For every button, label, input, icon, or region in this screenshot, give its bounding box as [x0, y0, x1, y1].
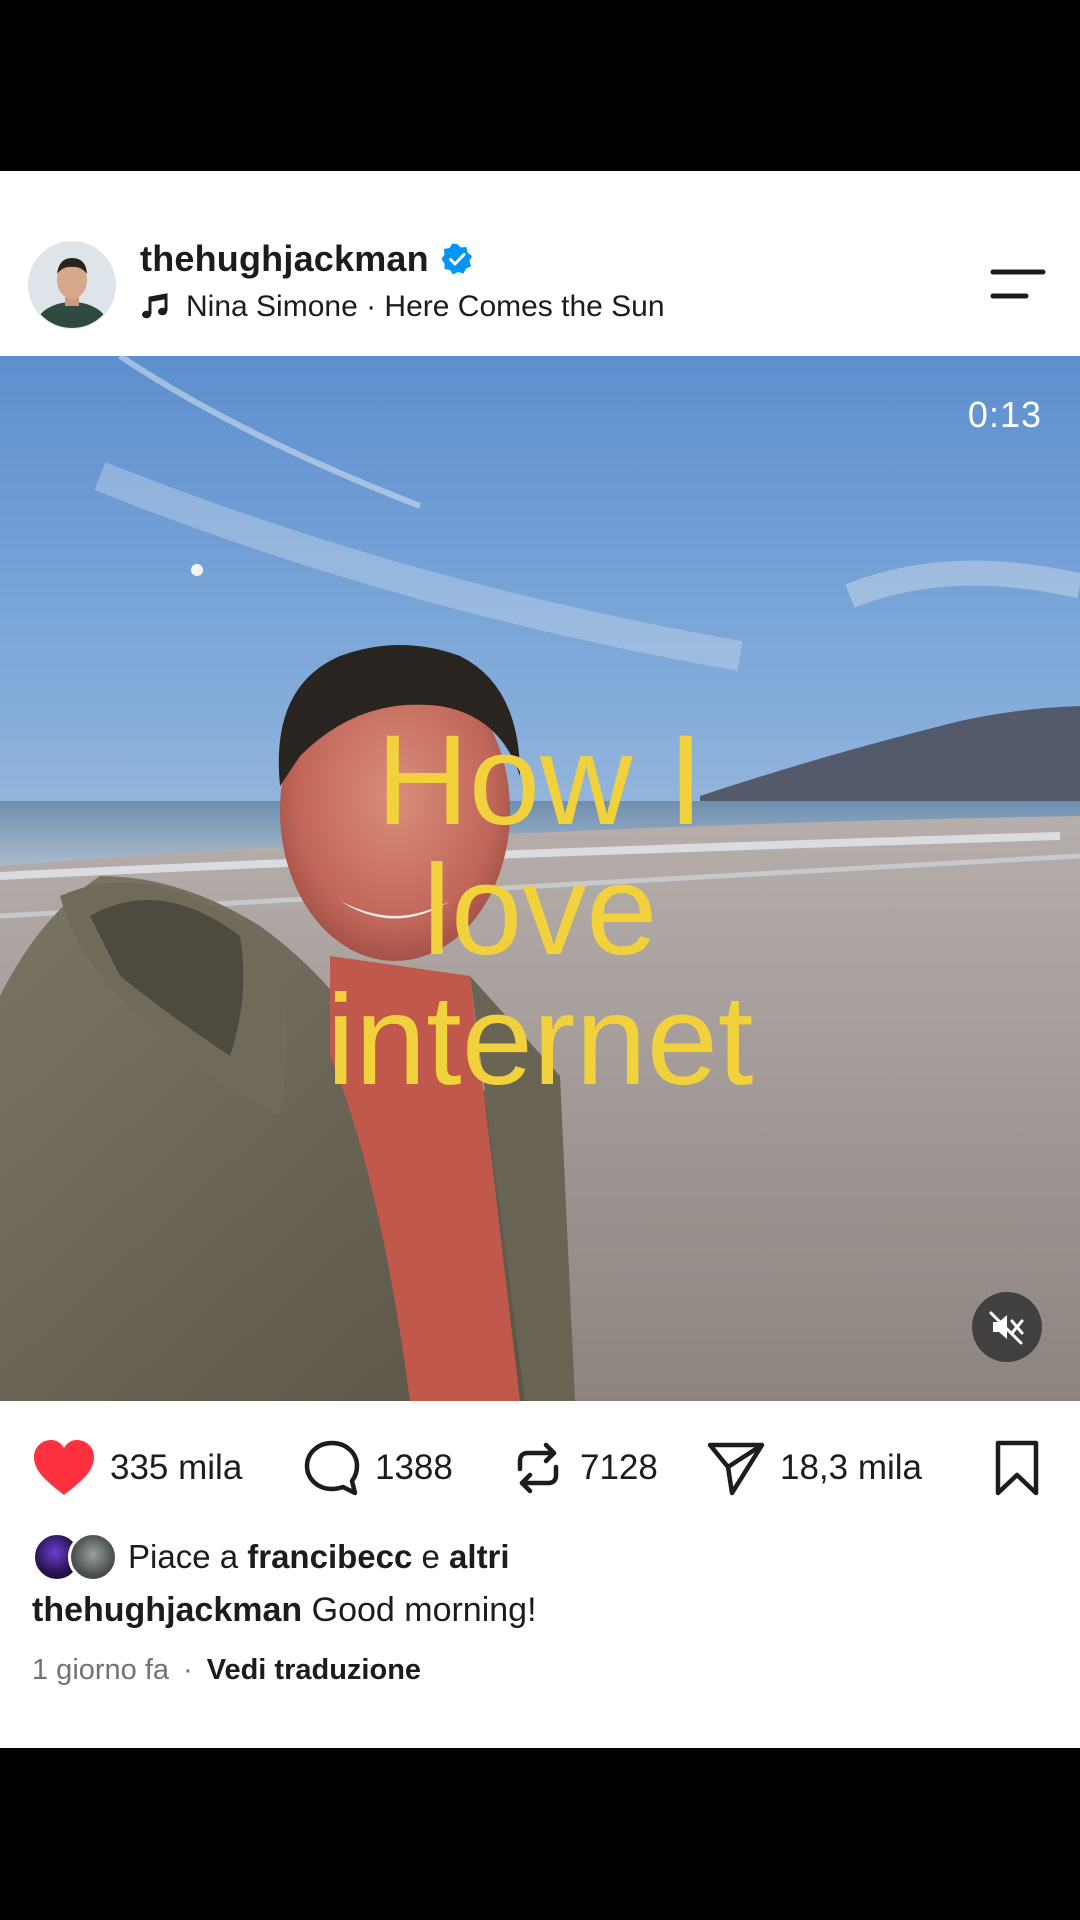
- like-button[interactable]: 335 mila: [32, 1439, 242, 1497]
- post-card: thehughjackman Nina Simone · Here Comes …: [0, 171, 1080, 1748]
- speaker-muted-icon: [989, 1311, 1024, 1345]
- status-bar-area: [0, 0, 1080, 171]
- liked-by-others[interactable]: altri: [449, 1538, 510, 1575]
- bookmark-icon[interactable]: [988, 1439, 1046, 1497]
- liked-by-row[interactable]: Piace a francibecc e altri: [32, 1529, 510, 1585]
- music-note-icon: [142, 293, 168, 319]
- liked-by-text: Piace a francibecc e altri: [128, 1538, 510, 1576]
- profile-avatar[interactable]: [28, 241, 116, 329]
- post-media[interactable]: 0:13 How I love internet: [0, 356, 1080, 1401]
- liked-by-connector: e: [421, 1538, 440, 1575]
- verified-badge-icon: [441, 243, 472, 275]
- music-track: Nina Simone · Here Comes the Sun: [186, 290, 665, 323]
- comment-count: 1388: [375, 1448, 453, 1487]
- music-row[interactable]: Nina Simone · Here Comes the Sun: [140, 287, 665, 327]
- repost-count: 7128: [580, 1448, 658, 1487]
- post-caption: thehughjackman Good morning!: [32, 1591, 537, 1630]
- post-username[interactable]: thehughjackman: [140, 238, 429, 280]
- repost-arrows-icon: [517, 1442, 559, 1494]
- liked-by-user[interactable]: francibecc: [247, 1538, 412, 1575]
- post-time: 1 giorno fa: [32, 1654, 170, 1686]
- like-count: 335 mila: [110, 1448, 243, 1487]
- mute-button[interactable]: [972, 1292, 1042, 1362]
- overlay-line-2: love: [422, 839, 658, 982]
- video-timer: 0:13: [967, 394, 1042, 435]
- liker-avatar-2: [68, 1532, 118, 1582]
- username-row: thehughjackman: [140, 237, 473, 281]
- share-button[interactable]: 18,3 mila: [706, 1439, 922, 1497]
- see-translation-link[interactable]: Vedi traduzione: [207, 1654, 421, 1687]
- heart-icon: [34, 1440, 94, 1495]
- share-count: 18,3 mila: [780, 1448, 923, 1487]
- post-meta: 1 giorno fa · Vedi traduzione: [32, 1654, 421, 1687]
- action-bar: 335 mila 1388 7128 18,3 mila: [0, 1401, 1080, 1531]
- menu-lines-icon[interactable]: [990, 267, 1046, 301]
- repost-button[interactable]: 7128: [510, 1439, 658, 1497]
- liked-by-prefix: Piace a: [128, 1538, 239, 1575]
- caption-text: Good morning!: [311, 1591, 537, 1629]
- overlay-line-3: internet: [326, 969, 754, 1112]
- caption-username[interactable]: thehughjackman: [32, 1591, 302, 1629]
- send-icon: [707, 1442, 765, 1496]
- comment-button[interactable]: 1388: [303, 1439, 453, 1497]
- overlay-caption: How I love internet: [200, 716, 880, 1106]
- meta-separator: ·: [183, 1654, 193, 1686]
- bottom-black-area: [0, 1748, 1080, 1920]
- overlay-line-1: How I: [376, 709, 704, 852]
- comment-bubble-icon: [304, 1440, 360, 1496]
